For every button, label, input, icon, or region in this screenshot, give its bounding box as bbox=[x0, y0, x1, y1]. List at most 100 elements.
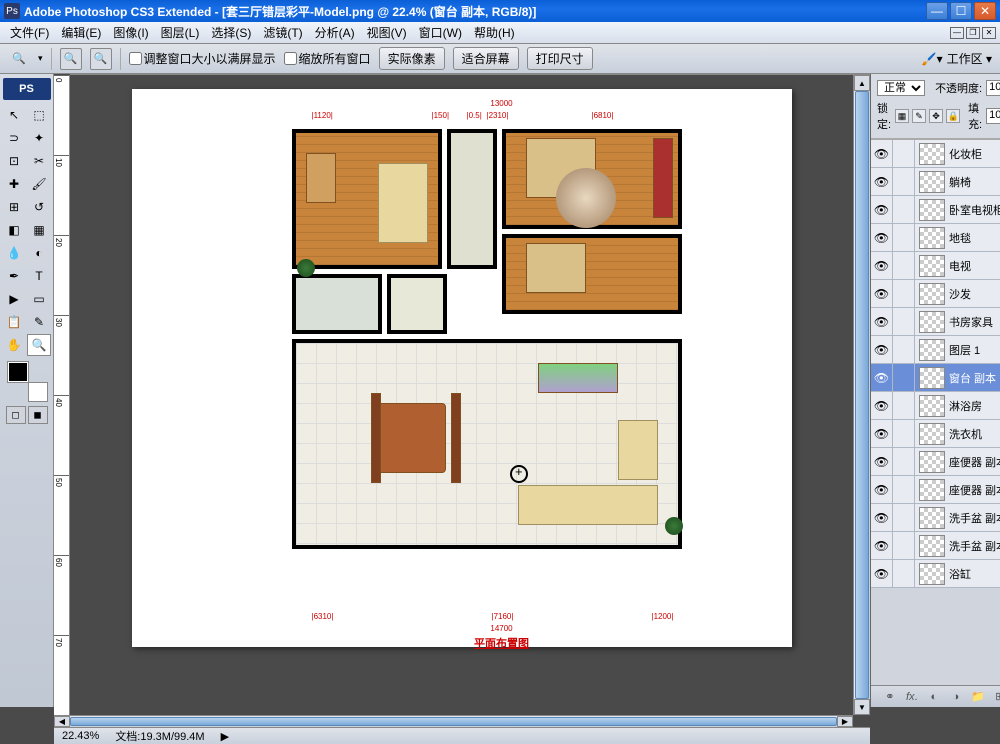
lasso-tool[interactable]: ⊃ bbox=[2, 127, 26, 149]
layer-visibility-icon[interactable]: 👁 bbox=[871, 308, 893, 335]
layer-row[interactable]: 👁座便器 副本 bbox=[871, 476, 1000, 504]
path-select-tool[interactable]: ▶ bbox=[2, 288, 26, 310]
scrollbar-horizontal[interactable]: ◀▶ bbox=[54, 715, 853, 727]
blur-tool[interactable]: 💧 bbox=[2, 242, 26, 264]
layer-name[interactable]: 窗台 副本 bbox=[949, 370, 1000, 386]
lock-paint-icon[interactable]: ✎ bbox=[912, 109, 926, 123]
doc-minimize-button[interactable]: — bbox=[950, 27, 964, 39]
workspace-menu[interactable]: 工作区 ▾ bbox=[947, 50, 992, 67]
layer-visibility-icon[interactable]: 👁 bbox=[871, 476, 893, 503]
layer-visibility-icon[interactable]: 👁 bbox=[871, 280, 893, 307]
layer-row[interactable]: 👁 沙发 bbox=[871, 280, 1000, 308]
layer-thumbnail[interactable] bbox=[919, 395, 945, 417]
zoom-all-checkbox[interactable]: 缩放所有窗口 bbox=[284, 50, 371, 67]
shape-tool[interactable]: ▭ bbox=[27, 288, 51, 310]
layer-link-cell[interactable] bbox=[893, 476, 915, 503]
layer-thumbnail[interactable] bbox=[919, 423, 945, 445]
layer-link-cell[interactable] bbox=[893, 392, 915, 419]
layer-link-cell[interactable] bbox=[893, 168, 915, 195]
hand-tool[interactable]: ✋ bbox=[2, 334, 26, 356]
layer-link-cell[interactable] bbox=[893, 532, 915, 559]
zoom-level[interactable]: 22.43% bbox=[62, 730, 99, 742]
layer-link-cell[interactable] bbox=[893, 336, 915, 363]
zoom-tool[interactable]: 🔍 bbox=[27, 334, 51, 356]
layer-name[interactable]: 化妆柜 bbox=[949, 146, 1000, 162]
layer-link-cell[interactable] bbox=[893, 196, 915, 223]
layer-visibility-icon[interactable]: 👁 bbox=[871, 364, 893, 391]
menu-window[interactable]: 窗口(W) bbox=[413, 22, 468, 43]
layer-row[interactable]: 👁淋浴房fx ▾ bbox=[871, 392, 1000, 420]
layer-thumbnail[interactable] bbox=[919, 171, 945, 193]
layer-visibility-icon[interactable]: 👁 bbox=[871, 504, 893, 531]
layer-row[interactable]: 👁 洗手盆 副本 3 bbox=[871, 504, 1000, 532]
foreground-color[interactable] bbox=[8, 362, 28, 382]
layer-thumbnail[interactable] bbox=[919, 199, 945, 221]
lock-position-icon[interactable]: ✥ bbox=[929, 109, 943, 123]
menu-image[interactable]: 图像(I) bbox=[107, 22, 154, 43]
adjustment-layer-icon[interactable]: ◑ bbox=[948, 690, 964, 704]
layer-link-cell[interactable] bbox=[893, 420, 915, 447]
status-arrow-icon[interactable]: ▶ bbox=[221, 730, 229, 743]
layer-name[interactable]: 电视 bbox=[949, 258, 1000, 274]
eyedropper-tool[interactable]: ✎ bbox=[27, 311, 51, 333]
layer-thumbnail[interactable] bbox=[919, 255, 945, 277]
menu-layer[interactable]: 图层(L) bbox=[155, 22, 206, 43]
zoom-in-button[interactable]: 🔍 bbox=[60, 48, 82, 70]
quick-select-tool[interactable]: ✦ bbox=[27, 127, 51, 149]
doc-restore-button[interactable]: ❐ bbox=[966, 27, 980, 39]
layer-name[interactable]: 座便器 副本 2 bbox=[949, 454, 1000, 470]
menu-edit[interactable]: 编辑(E) bbox=[55, 22, 107, 43]
fit-screen-button[interactable]: 适合屏幕 bbox=[453, 47, 519, 70]
layer-name[interactable]: 沙发 bbox=[949, 286, 1000, 302]
layer-link-cell[interactable] bbox=[893, 364, 915, 391]
layer-thumbnail[interactable] bbox=[919, 311, 945, 333]
eraser-tool[interactable]: ◧ bbox=[2, 219, 26, 241]
type-tool[interactable]: T bbox=[27, 265, 51, 287]
blend-mode-select[interactable]: 正常 bbox=[877, 80, 925, 96]
resize-window-checkbox[interactable]: 调整窗口大小以满屏显示 bbox=[129, 50, 276, 67]
notes-tool[interactable]: 📋 bbox=[2, 311, 26, 333]
layer-thumbnail[interactable] bbox=[919, 143, 945, 165]
layer-name[interactable]: 书房家具 bbox=[949, 314, 1000, 330]
layer-link-cell[interactable] bbox=[893, 280, 915, 307]
layer-thumbnail[interactable] bbox=[919, 507, 945, 529]
layer-visibility-icon[interactable]: 👁 bbox=[871, 560, 893, 587]
minimize-button[interactable]: — bbox=[926, 2, 948, 20]
scrollbar-vertical[interactable]: ▲▼ bbox=[853, 75, 870, 715]
layer-name[interactable]: 洗衣机 bbox=[949, 426, 1000, 442]
close-button[interactable]: ✕ bbox=[974, 2, 996, 20]
layer-link-cell[interactable] bbox=[893, 252, 915, 279]
menu-analysis[interactable]: 分析(A) bbox=[309, 22, 361, 43]
layer-row[interactable]: 👁地毯 bbox=[871, 224, 1000, 252]
layer-name[interactable]: 图层 1 bbox=[949, 342, 1000, 358]
pen-tool[interactable]: ✒ bbox=[2, 265, 26, 287]
layer-link-cell[interactable] bbox=[893, 308, 915, 335]
history-brush-tool[interactable]: ↺ bbox=[27, 196, 51, 218]
layer-visibility-icon[interactable]: 👁 bbox=[871, 420, 893, 447]
layer-name[interactable]: 地毯 bbox=[949, 230, 1000, 246]
menu-select[interactable]: 选择(S) bbox=[205, 22, 257, 43]
layer-row[interactable]: 👁 洗衣机 bbox=[871, 420, 1000, 448]
layer-thumbnail[interactable] bbox=[919, 283, 945, 305]
layer-visibility-icon[interactable]: 👁 bbox=[871, 532, 893, 559]
layer-row[interactable]: 👁 窗台 副本 bbox=[871, 364, 1000, 392]
layer-row[interactable]: 👁洗手盆 副本 2 bbox=[871, 532, 1000, 560]
layer-mask-icon[interactable]: ◐ bbox=[926, 690, 942, 704]
layer-link-cell[interactable] bbox=[893, 448, 915, 475]
layer-name[interactable]: 洗手盆 副本 3 bbox=[949, 510, 1000, 526]
layer-visibility-icon[interactable]: 👁 bbox=[871, 448, 893, 475]
layer-row[interactable]: 👁化妆柜 bbox=[871, 140, 1000, 168]
link-layers-icon[interactable]: ⚭ bbox=[882, 690, 898, 704]
print-size-button[interactable]: 打印尺寸 bbox=[527, 47, 593, 70]
menu-view[interactable]: 视图(V) bbox=[361, 22, 413, 43]
lock-transparent-icon[interactable]: ▦ bbox=[895, 109, 909, 123]
layer-visibility-icon[interactable]: 👁 bbox=[871, 336, 893, 363]
layer-thumbnail[interactable] bbox=[919, 479, 945, 501]
brush-icon[interactable]: 🖌️▾ bbox=[922, 52, 943, 66]
layer-name[interactable]: 浴缸 bbox=[949, 566, 1000, 582]
layer-row[interactable]: 👁 图层 1 bbox=[871, 336, 1000, 364]
actual-pixels-button[interactable]: 实际像素 bbox=[379, 47, 445, 70]
gradient-tool[interactable]: ▦ bbox=[27, 219, 51, 241]
layer-style-icon[interactable]: fx. bbox=[904, 690, 920, 704]
layer-link-cell[interactable] bbox=[893, 504, 915, 531]
